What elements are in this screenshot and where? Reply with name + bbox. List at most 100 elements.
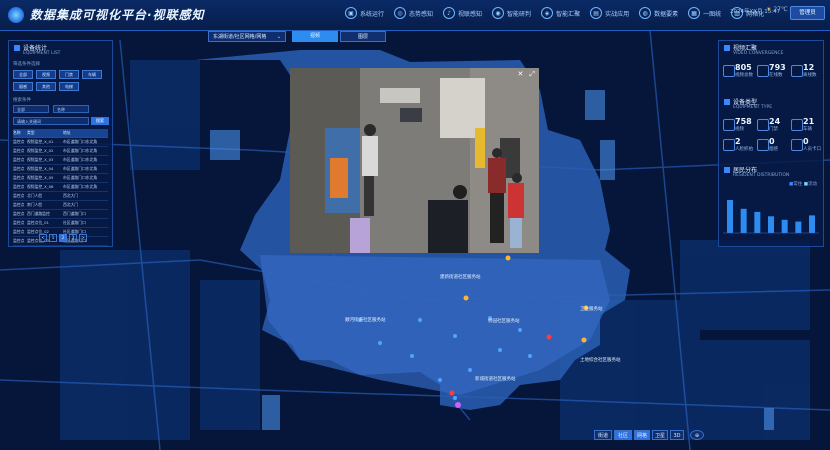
region-select[interactable]: 东湖街道/社区网格/网格 ⌄: [208, 31, 286, 42]
search-label: 搜索条件: [13, 98, 31, 103]
platform-logo-icon: [8, 7, 24, 23]
eye-icon: ◉: [492, 7, 505, 19]
page-prev[interactable]: <: [39, 234, 47, 242]
table-cell: 监控点: [13, 148, 25, 153]
vehicle-type-icon: [791, 119, 803, 131]
table-cell: 西门道路监控: [27, 211, 50, 216]
table-header: 名称 类型 地址: [13, 129, 108, 138]
table-cell: 视频监控_X_02: [27, 148, 54, 153]
table-cell: 视频监控_X_03: [27, 157, 54, 162]
weather: ☀ 27℃: [766, 6, 788, 13]
table-row[interactable]: 监控点 视频监控_X_04 市区道路门口东北角: [13, 165, 108, 174]
page-1[interactable]: 1: [49, 234, 57, 242]
close-icon[interactable]: ✕: [518, 70, 524, 79]
table-cell: 监控点: [13, 157, 25, 162]
page-2[interactable]: 2: [59, 234, 67, 242]
table-cell: 视频监控_X_04: [27, 166, 54, 171]
nav-analysis[interactable]: ◉ 智能研判: [489, 5, 534, 21]
section-subtitle: EQUIPMENT TYPE: [733, 105, 773, 110]
resident-bar-chart: [723, 200, 819, 234]
user-button[interactable]: 管理员: [790, 6, 825, 20]
table-cell: 监控点: [13, 211, 25, 216]
3d-toggle[interactable]: 3D: [670, 430, 684, 440]
tag-door[interactable]: 门禁: [59, 70, 79, 79]
table-cell: 南门人脸: [27, 202, 43, 207]
map-label[interactable]: 桥园社区服务站: [488, 318, 520, 324]
type-section-icon: [724, 99, 730, 105]
level-grid[interactable]: 网格: [634, 430, 650, 440]
layers-icon[interactable]: ⊕: [690, 430, 704, 440]
table-row[interactable]: 监控点 视频监控_X_06 市区道路门口东北角: [13, 183, 108, 192]
table-row[interactable]: 监控点 西门道路监控 西门道路门口: [13, 210, 108, 219]
field-select[interactable]: 名称: [53, 105, 89, 113]
tag-smoke[interactable]: 烟感: [13, 82, 33, 91]
bar: [754, 211, 761, 233]
tag-other[interactable]: 其他: [36, 82, 56, 91]
table-cell: 视频监控_X_06: [27, 184, 54, 189]
table-row[interactable]: 监控点 视频监控_X_05 市区道路门口东北角: [13, 174, 108, 183]
map-label[interactable]: 建新街道社区服务站: [440, 274, 481, 280]
level-community[interactable]: 社区: [614, 430, 632, 440]
level-street[interactable]: 街道: [594, 430, 612, 440]
nav-video-perception[interactable]: ♪ 视联感知: [440, 5, 485, 21]
tab-layer[interactable]: 图层: [340, 31, 386, 42]
bar: [768, 216, 774, 233]
satellite-toggle[interactable]: 卫星: [652, 430, 668, 440]
nav-system-run[interactable]: ▣ 系统运行: [342, 5, 387, 21]
tab-video[interactable]: 视频: [292, 31, 338, 42]
equipment-panel: 设备统计 EQUIPMENT LIST 筛选条件选择 全部 视频 门禁 车辆 烟…: [8, 40, 113, 247]
tag-video[interactable]: 视频: [36, 70, 56, 79]
maximize-icon[interactable]: ⤢: [529, 70, 535, 79]
filter-tags: 全部 视频 门禁 车辆 烟感 其他 电梯: [9, 70, 120, 91]
bar: [727, 200, 733, 233]
face-type-icon: [723, 139, 735, 151]
camera-icon: [723, 65, 735, 77]
table-cell: 监控点位_01: [27, 220, 49, 225]
tag-all[interactable]: 全部: [13, 70, 33, 79]
table-row[interactable]: 监控点 北门人脸 西北大门: [13, 192, 108, 201]
table-cell: 监控点: [13, 238, 25, 243]
video-feed[interactable]: ✕ ⤢: [290, 68, 539, 253]
shield-icon: ◈: [541, 7, 554, 19]
keyword-input[interactable]: 请输入关键词: [13, 117, 89, 125]
chart-legend: ■常住 ■流动: [789, 182, 817, 187]
table-cell: 西北大门: [63, 202, 79, 207]
pagination: < 1 2 3 >: [39, 234, 87, 242]
nav-application[interactable]: ▤ 实战应用: [587, 5, 632, 21]
search-button[interactable]: 搜索: [91, 117, 109, 125]
sun-icon: ☀: [766, 6, 772, 13]
nav-aggregation[interactable]: ◈ 智能汇聚: [538, 5, 583, 21]
table-row[interactable]: 监控点 南门人脸 西北大门: [13, 201, 108, 210]
table-cell: 市区道路门口东北角: [63, 157, 98, 162]
tag-elevator[interactable]: 电梯: [59, 82, 79, 91]
table-row[interactable]: 监控点 视频监控_X_03 市区道路门口东北角: [13, 156, 108, 165]
table-cell: 监控点: [13, 220, 25, 225]
map-label[interactable]: 土地综合社区服务站: [580, 357, 621, 363]
table-row[interactable]: 监控点 视频监控_X_02 市区道路门口东北角: [13, 147, 108, 156]
map-label[interactable]: 顺河街道社区服务站: [345, 317, 386, 323]
panel-subtitle: EQUIPMENT LIST: [23, 51, 61, 56]
table-row[interactable]: 监控点 视频监控_X_01 市区道路门口东北角: [13, 138, 108, 147]
resident-section-icon: [724, 167, 730, 173]
nav-data-elements[interactable]: ◍ 数据要素: [636, 5, 681, 21]
table-cell: 视频监控_X_01: [27, 139, 54, 144]
main-nav: ▣ 系统运行 ◎ 态势感知 ♪ 视联感知 ◉ 智能研判 ◈ 智能汇聚 ▤ 实战应用 ◍ 数据要…: [342, 5, 767, 21]
type-select[interactable]: 全部: [13, 105, 49, 113]
video-section-icon: [724, 45, 730, 51]
stat-door: 24 门禁: [769, 117, 781, 132]
tag-vehicle[interactable]: 车辆: [82, 70, 102, 79]
table-cell: 监控点: [13, 202, 25, 207]
nav-situation[interactable]: ◎ 态势感知: [391, 5, 436, 21]
map-label[interactable]: 卫生服务站: [580, 306, 603, 312]
table-cell: 北门人脸: [27, 193, 43, 198]
table-cell: 社区道路门口: [63, 220, 86, 225]
page-next[interactable]: >: [79, 234, 87, 242]
stat-vehicle: 21 车辆: [803, 117, 815, 132]
nav-one-map[interactable]: ▦ 一图统: [685, 5, 724, 21]
table-cell: 市区道路门口东北角: [63, 139, 98, 144]
filter-label: 筛选条件选择: [13, 62, 40, 67]
top-header: 数据集成可视化平台·视联感知 ▣ 系统运行 ◎ 态势感知 ♪ 视联感知 ◉ 智能研判 ◈…: [0, 0, 830, 31]
table-row[interactable]: 监控点 监控点位_01 社区道路门口: [13, 219, 108, 228]
map-label[interactable]: 新城街道社区服务站: [475, 376, 516, 382]
page-3[interactable]: 3: [69, 234, 77, 242]
